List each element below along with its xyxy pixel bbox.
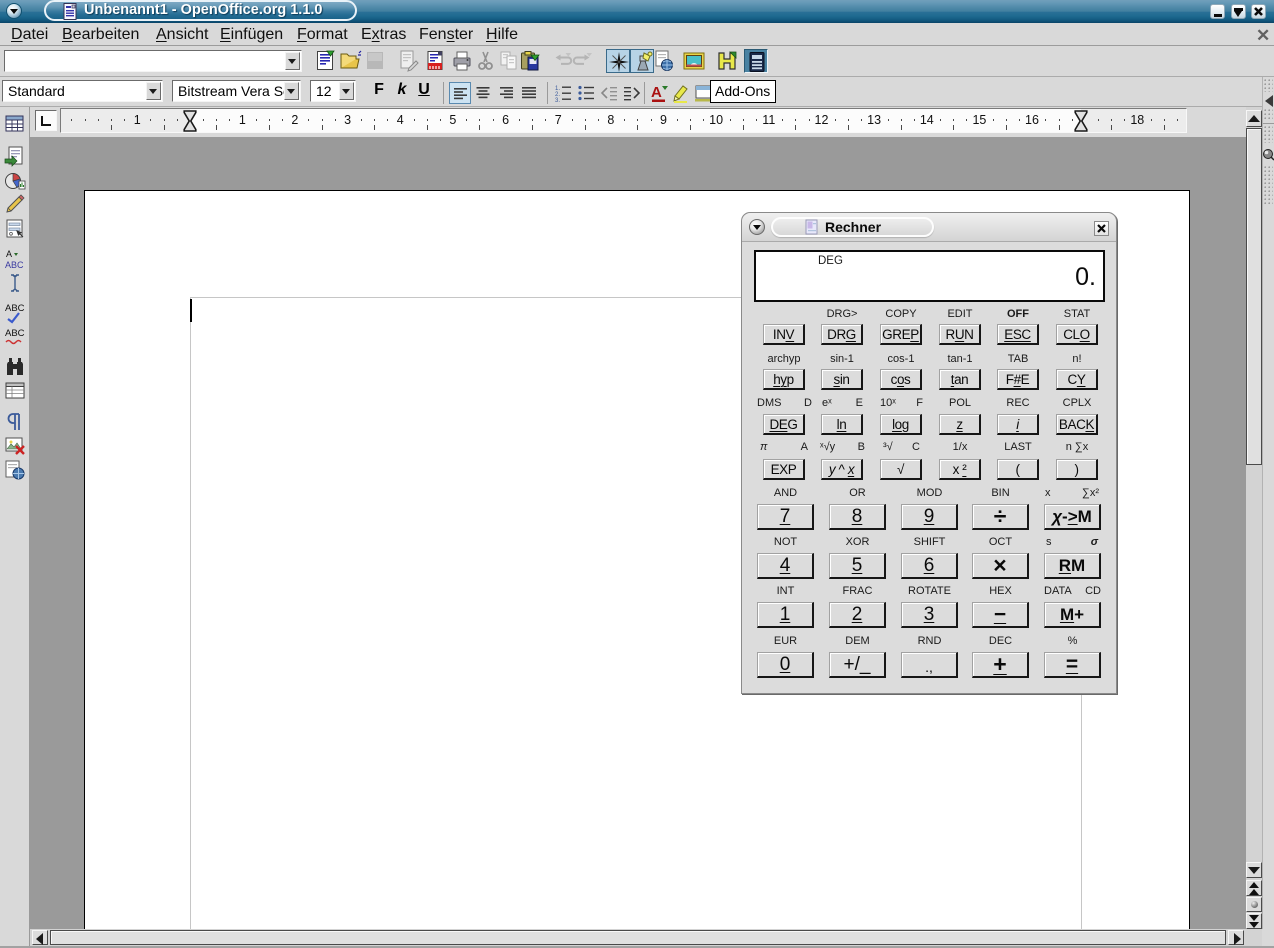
svg-text:A: A <box>651 84 662 101</box>
svg-text:A: A <box>6 249 12 259</box>
svg-text:ABC: ABC <box>5 303 25 314</box>
svg-text:3.: 3. <box>555 98 560 104</box>
svg-text:ABC: ABC <box>5 328 25 339</box>
svg-text:ABC: ABC <box>5 260 24 270</box>
